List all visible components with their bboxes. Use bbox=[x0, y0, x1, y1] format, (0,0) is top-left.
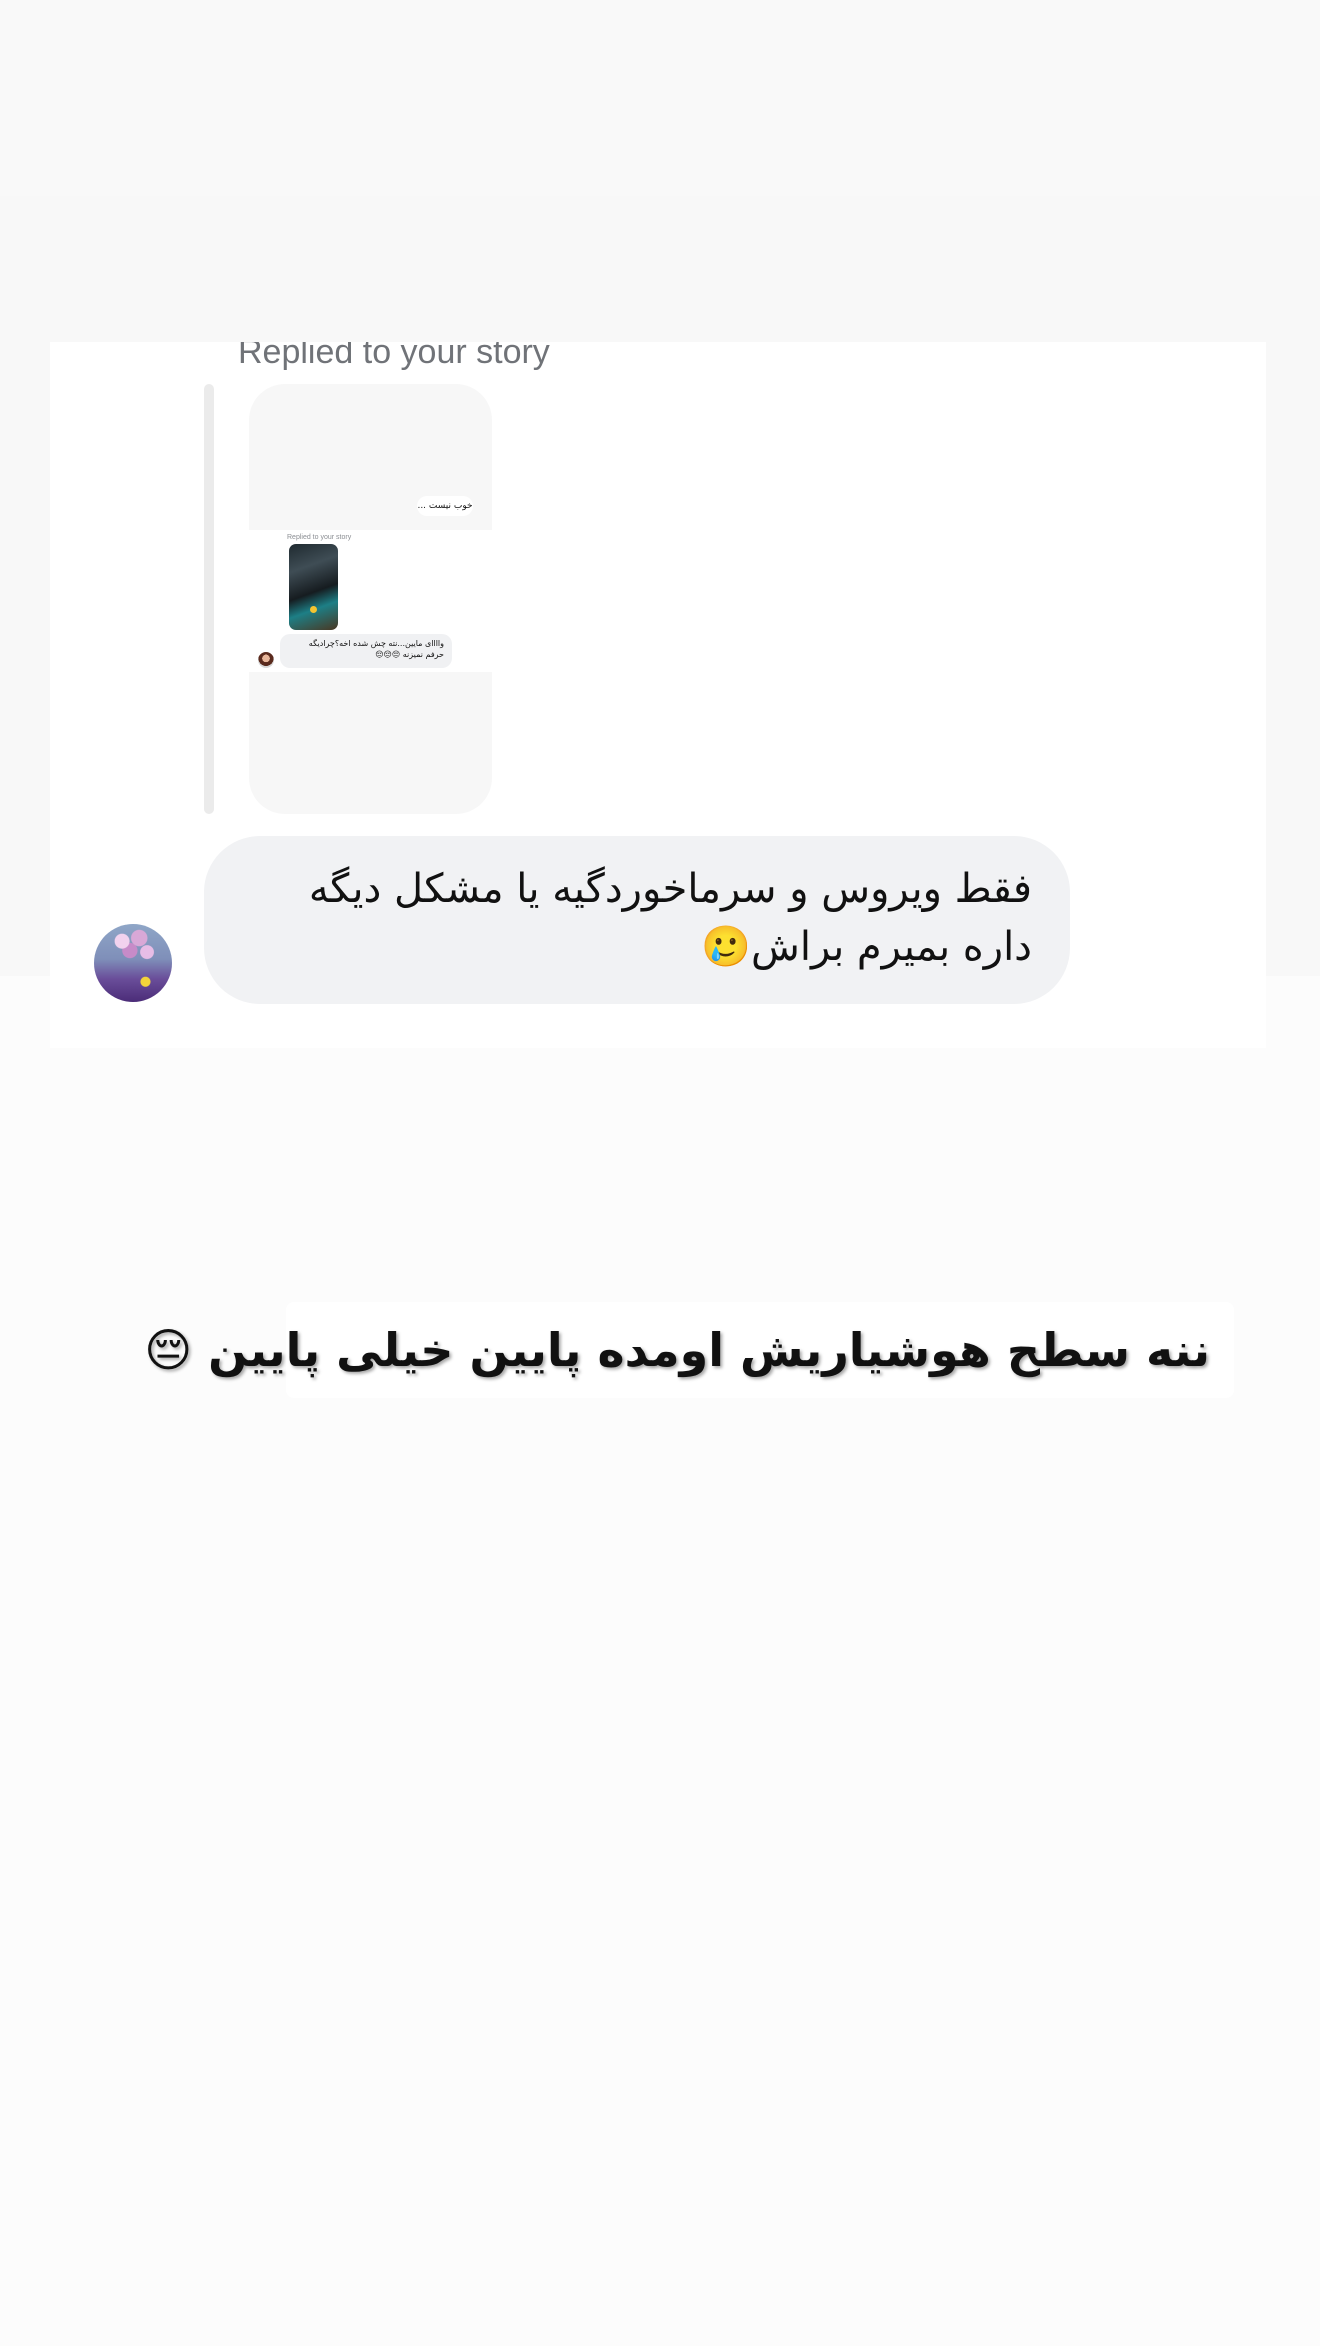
reply-indicator-bar bbox=[204, 384, 214, 814]
story-inner-avatar bbox=[258, 652, 274, 668]
replied-to-story-label: Replied to your story bbox=[238, 342, 550, 371]
story-inner-image bbox=[289, 544, 338, 630]
story-inner-emoji bbox=[310, 606, 317, 613]
message-row: فقط ویروس و سرماخوردگیه یا مشکل دیگه دار… bbox=[50, 836, 1266, 1004]
story-thumbnail[interactable]: خوب نیست ... Replied to your story واااا… bbox=[249, 384, 492, 814]
chat-screenshot-card: Replied to your story خوب نیست ... Repli… bbox=[50, 342, 1266, 1048]
top-background bbox=[0, 0, 1320, 196]
story-caption: ننه سطح هوشیاریش اومده پایین خیلی پایین … bbox=[144, 1302, 1234, 1398]
story-inner-message: واااای مایین...نته چش شده اخه؟چرادیگه حر… bbox=[280, 634, 452, 668]
message-bubble[interactable]: فقط ویروس و سرماخوردگیه یا مشکل دیگه دار… bbox=[204, 836, 1070, 1004]
avatar[interactable] bbox=[94, 924, 172, 1002]
story-inner-replied-label: Replied to your story bbox=[287, 534, 352, 541]
story-inner-bubble: خوب نیست ... bbox=[417, 496, 473, 516]
